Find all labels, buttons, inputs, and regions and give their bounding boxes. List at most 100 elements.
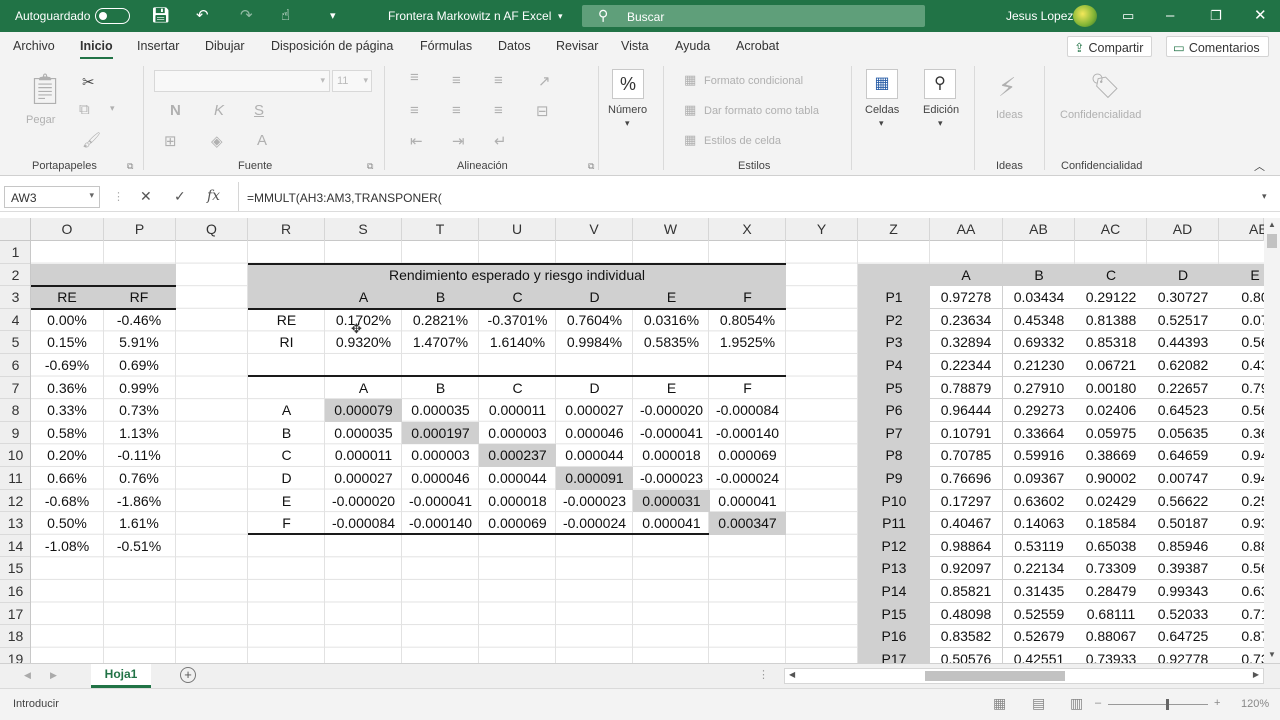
column-header[interactable]: S <box>325 218 402 241</box>
cell-individual-risk[interactable]: 1.9525% <box>709 331 786 354</box>
portfolio-cell[interactable]: 0.21230 <box>1003 354 1075 376</box>
ideas-icon[interactable]: ⚡︎ <box>998 72 1016 103</box>
table-format-button[interactable]: Dar formato como tabla <box>704 105 819 117</box>
cov-cell[interactable]: -0.000023 <box>633 467 710 490</box>
italic-button[interactable]: K <box>214 102 224 119</box>
portfolio-row-label[interactable]: P4 <box>858 354 930 377</box>
cell-re[interactable]: -0.68% <box>31 490 103 513</box>
zoom-in-icon[interactable]: + <box>1214 697 1220 709</box>
portfolio-cell[interactable]: 0.05975 <box>1075 421 1147 444</box>
row-label-re[interactable]: RE <box>248 309 325 332</box>
column-header[interactable]: P <box>104 218 176 241</box>
portfolio-row-label[interactable]: P7 <box>858 422 930 445</box>
zoom-slider[interactable] <box>1108 704 1208 705</box>
portfolio-cell[interactable]: 0.02429 <box>1075 489 1147 512</box>
header-re[interactable]: RE <box>31 286 103 309</box>
row-header[interactable]: 7 <box>0 377 30 400</box>
clipboard-launcher-icon[interactable]: ⧉ <box>127 161 133 172</box>
scroll-up-icon[interactable]: ▲ <box>1268 220 1276 229</box>
cell-expected-return[interactable]: 0.1702% <box>325 309 402 332</box>
portfolio-cell[interactable]: 0.98864 <box>930 534 1002 557</box>
row-header[interactable]: 12 <box>0 490 30 513</box>
cov-cell[interactable]: 0.000044 <box>479 467 556 490</box>
redo-icon[interactable]: ↷ <box>240 7 253 25</box>
font-color-icon[interactable]: A <box>257 132 267 149</box>
cell-re[interactable]: 0.15% <box>31 331 103 354</box>
cell-expected-return[interactable]: -0.3701% <box>479 309 556 332</box>
cell-expected-return[interactable]: 0.2821% <box>402 309 479 332</box>
percent-icon[interactable]: % <box>612 69 644 99</box>
zoom-out-icon[interactable]: – <box>1095 697 1101 709</box>
column-header[interactable]: V <box>556 218 633 241</box>
cov-col-header[interactable]: B <box>402 377 479 400</box>
cov-cell[interactable]: 0.000091 <box>556 467 633 490</box>
portfolio-cell[interactable]: 0.02406 <box>1075 399 1147 421</box>
portfolio-cell[interactable]: 0.52517 <box>1147 308 1219 331</box>
row-header[interactable]: 2 <box>0 264 30 287</box>
formula-input[interactable]: =MMULT(AH3:AM3,TRANSPONER( <box>238 182 1258 211</box>
portfolio-cell[interactable]: 0.52033 <box>1147 602 1219 625</box>
portfolio-cell[interactable]: 0.32894 <box>930 331 1002 353</box>
tab-dibujar[interactable]: Dibujar <box>205 39 245 53</box>
portfolio-cell[interactable]: 0.52559 <box>1003 602 1075 625</box>
portfolio-cell[interactable]: 0.62082 <box>1147 354 1219 376</box>
column-header[interactable]: AA <box>930 218 1003 241</box>
portfolio-cell[interactable]: 0.64659 <box>1147 444 1219 466</box>
h-scroll-thumb[interactable] <box>925 671 1065 681</box>
cov-cell[interactable]: 0.000041 <box>709 490 786 513</box>
cells-icon[interactable]: ▦ <box>866 69 898 99</box>
portfolio-cell[interactable]: 0.96444 <box>930 399 1002 421</box>
portfolio-cell[interactable]: 0.36 <box>1219 421 1264 444</box>
portfolio-cell[interactable]: 0.33664 <box>1003 421 1075 444</box>
editing-button[interactable]: Edición <box>923 104 959 116</box>
portfolio-cell[interactable]: 0.10791 <box>930 421 1002 444</box>
portfolio-cell[interactable]: 0.56 <box>1219 557 1264 579</box>
close-icon[interactable]: ✕ <box>1254 7 1267 25</box>
row-header[interactable]: 4 <box>0 309 30 332</box>
cell-rf[interactable]: 1.61% <box>103 512 175 535</box>
portfolio-row-label[interactable]: P15 <box>858 603 930 626</box>
portfolio-cell[interactable]: 0.09367 <box>1003 467 1075 489</box>
risk-asset-header[interactable]: C <box>479 286 556 309</box>
portfolio-cell[interactable]: 0.50187 <box>1147 512 1219 534</box>
column-header[interactable]: AD <box>1147 218 1219 241</box>
cell-individual-risk[interactable]: 0.9984% <box>556 331 633 354</box>
portfolio-cell[interactable]: 0.23634 <box>930 308 1002 331</box>
cov-col-header[interactable]: C <box>479 377 556 400</box>
portfolio-cell[interactable]: 0.65038 <box>1075 534 1147 557</box>
number-dropdown-icon[interactable]: ▾ <box>625 118 630 129</box>
portfolio-cell[interactable]: 0.63 <box>1219 580 1264 602</box>
cell-re[interactable]: 0.33% <box>31 399 103 422</box>
paste-label[interactable]: Pegar <box>26 114 55 126</box>
cov-cell[interactable]: 0.000018 <box>633 444 710 467</box>
portfolio-cell[interactable]: 0.44393 <box>1147 331 1219 353</box>
select-all-button[interactable] <box>0 218 31 241</box>
portfolio-cell[interactable]: 0.45348 <box>1003 308 1075 331</box>
portfolio-row-label[interactable]: P5 <box>858 377 930 400</box>
confidentiality-button[interactable]: Confidencialidad <box>1060 109 1141 121</box>
cov-cell[interactable]: 0.000044 <box>556 444 633 467</box>
column-header[interactable]: AC <box>1075 218 1147 241</box>
column-header[interactable]: AE <box>1219 218 1268 241</box>
portfolio-cell[interactable]: 0.85946 <box>1147 534 1219 557</box>
save-icon[interactable]: 💾︎ <box>151 7 170 25</box>
portfolio-col-header[interactable]: C <box>1075 264 1147 287</box>
portfolio-cell[interactable]: 0.43 <box>1219 354 1264 376</box>
merge-icon[interactable]: ⊟ <box>536 102 549 120</box>
cell-rf[interactable]: -1.86% <box>103 490 175 513</box>
underline-button[interactable]: S <box>254 102 264 119</box>
portfolio-row-label[interactable]: P10 <box>858 490 930 513</box>
alignment-launcher-icon[interactable]: ⧉ <box>588 161 594 172</box>
column-header[interactable]: U <box>479 218 556 241</box>
cov-cell[interactable]: -0.000041 <box>633 422 710 445</box>
cov-col-header[interactable]: E <box>633 377 710 400</box>
cov-row-header[interactable]: B <box>248 422 325 445</box>
font-launcher-icon[interactable]: ⧉ <box>367 161 373 172</box>
horizontal-scrollbar[interactable]: ◀ ▶ <box>784 668 1264 684</box>
portfolio-cell[interactable]: 0.27910 <box>1003 376 1075 399</box>
cell-rf[interactable]: 0.73% <box>103 399 175 422</box>
column-header[interactable]: W <box>633 218 709 241</box>
portfolio-row-label[interactable]: P13 <box>858 557 930 580</box>
portfolio-col-header[interactable]: D <box>1147 264 1219 287</box>
portfolio-cell[interactable]: 0.92097 <box>930 557 1002 579</box>
